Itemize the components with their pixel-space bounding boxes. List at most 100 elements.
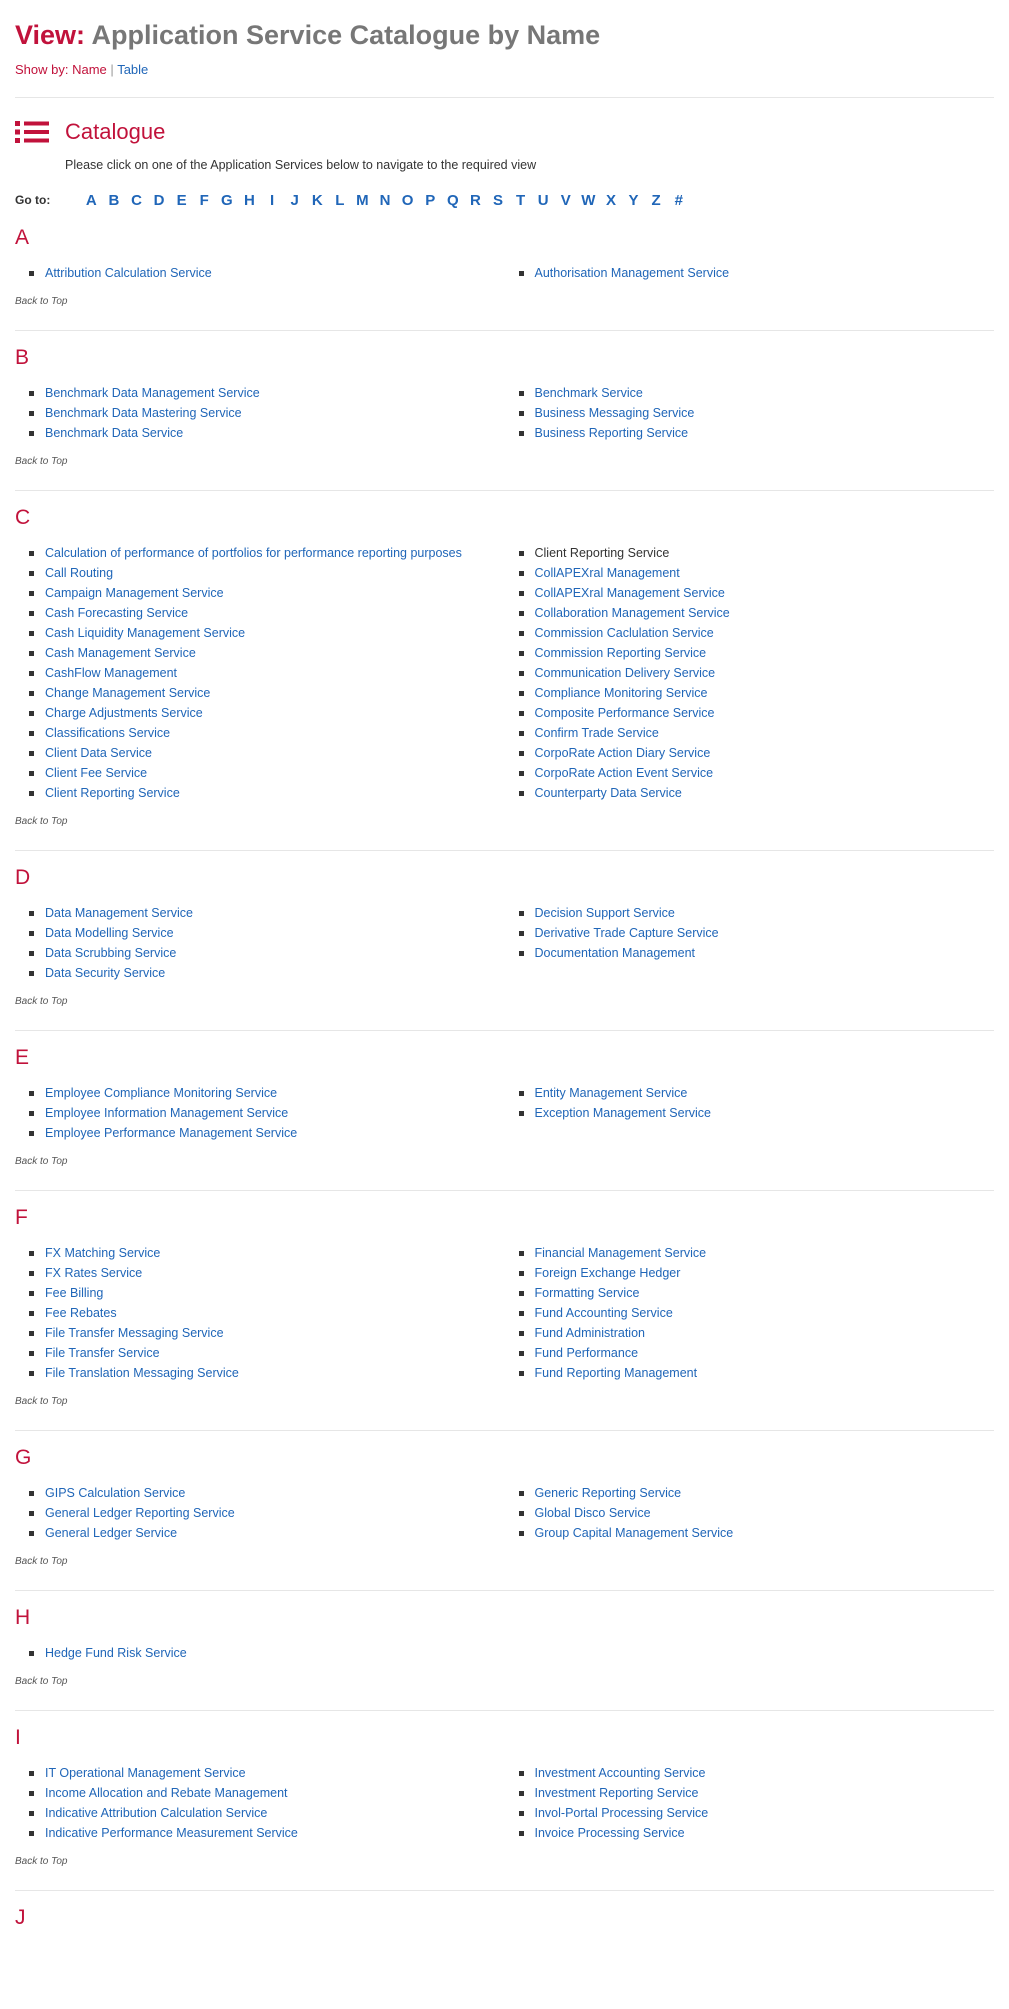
goto-letter-u[interactable]: U [532, 192, 555, 209]
service-link[interactable]: IT Operational Management Service [45, 1766, 246, 1780]
service-link[interactable]: CollAPEXral Management [535, 566, 680, 580]
service-link[interactable]: Global Disco Service [535, 1506, 651, 1520]
service-link[interactable]: Financial Management Service [535, 1246, 707, 1260]
service-link[interactable]: File Transfer Service [45, 1346, 160, 1360]
service-link[interactable]: GIPS Calculation Service [45, 1486, 185, 1500]
service-link[interactable]: Group Capital Management Service [535, 1526, 734, 1540]
service-link[interactable]: Data Scrubbing Service [45, 946, 176, 960]
service-link[interactable]: File Translation Messaging Service [45, 1366, 239, 1380]
service-link[interactable]: Attribution Calculation Service [45, 266, 212, 280]
service-link[interactable]: Charge Adjustments Service [45, 706, 203, 720]
service-link[interactable]: Cash Management Service [45, 646, 196, 660]
service-link[interactable]: Classifications Service [45, 726, 170, 740]
goto-letter-b[interactable]: B [103, 192, 126, 209]
service-link[interactable]: Fund Administration [535, 1326, 645, 1340]
service-link[interactable]: Data Modelling Service [45, 926, 174, 940]
service-link[interactable]: CorpoRate Action Event Service [535, 766, 714, 780]
service-link[interactable]: General Ledger Reporting Service [45, 1506, 235, 1520]
service-link[interactable]: Employee Performance Management Service [45, 1126, 297, 1140]
service-link[interactable]: Generic Reporting Service [535, 1486, 682, 1500]
service-link[interactable]: CashFlow Management [45, 666, 177, 680]
goto-letter-j[interactable]: J [283, 192, 306, 209]
service-link[interactable]: Business Messaging Service [535, 406, 695, 420]
service-link[interactable]: Commission Caclulation Service [535, 626, 714, 640]
service-link[interactable]: Employee Information Management Service [45, 1106, 288, 1120]
service-link[interactable]: Change Management Service [45, 686, 210, 700]
service-link[interactable]: Benchmark Data Mastering Service [45, 406, 242, 420]
service-link[interactable]: Benchmark Data Management Service [45, 386, 260, 400]
service-link[interactable]: Fee Rebates [45, 1306, 117, 1320]
service-link[interactable]: Income Allocation and Rebate Management [45, 1786, 288, 1800]
service-link[interactable]: Communication Delivery Service [535, 666, 716, 680]
service-link[interactable]: FX Rates Service [45, 1266, 142, 1280]
service-link[interactable]: Decision Support Service [535, 906, 675, 920]
service-link[interactable]: Data Management Service [45, 906, 193, 920]
goto-letter-v[interactable]: V [554, 192, 577, 209]
goto-letter-o[interactable]: O [396, 192, 419, 209]
goto-letter-s[interactable]: S [487, 192, 510, 209]
service-link[interactable]: Fund Accounting Service [535, 1306, 673, 1320]
service-link[interactable]: Collaboration Management Service [535, 606, 730, 620]
service-link[interactable]: Fee Billing [45, 1286, 103, 1300]
service-link[interactable]: Confirm Trade Service [535, 726, 659, 740]
goto-letter-n[interactable]: N [374, 192, 397, 209]
service-link[interactable]: Foreign Exchange Hedger [535, 1266, 681, 1280]
service-link[interactable]: CollAPEXral Management Service [535, 586, 725, 600]
service-link[interactable]: Indicative Performance Measurement Servi… [45, 1826, 298, 1840]
service-link[interactable]: Invoice Processing Service [535, 1826, 685, 1840]
goto-letter-c[interactable]: C [125, 192, 148, 209]
service-link[interactable]: Fund Performance [535, 1346, 639, 1360]
service-link[interactable]: Derivative Trade Capture Service [535, 926, 719, 940]
service-link[interactable]: Compliance Monitoring Service [535, 686, 708, 700]
back-to-top-link[interactable]: Back to Top [15, 1855, 994, 1869]
service-link[interactable]: Call Routing [45, 566, 113, 580]
goto-letter-k[interactable]: K [306, 192, 329, 209]
goto-letter-l[interactable]: L [329, 192, 352, 209]
goto-letter-h[interactable]: H [238, 192, 261, 209]
goto-letter-w[interactable]: W [577, 192, 600, 209]
service-link[interactable]: Composite Performance Service [535, 706, 715, 720]
back-to-top-link[interactable]: Back to Top [15, 455, 994, 469]
service-link[interactable]: File Transfer Messaging Service [45, 1326, 224, 1340]
goto-letter-r[interactable]: R [464, 192, 487, 209]
goto-letter-y[interactable]: Y [622, 192, 645, 209]
back-to-top-link[interactable]: Back to Top [15, 1395, 994, 1409]
service-link[interactable]: Exception Management Service [535, 1106, 711, 1120]
goto-letter-d[interactable]: D [148, 192, 171, 209]
goto-letter-t[interactable]: T [509, 192, 532, 209]
back-to-top-link[interactable]: Back to Top [15, 815, 994, 829]
service-link[interactable]: Client Fee Service [45, 766, 147, 780]
service-link[interactable]: Indicative Attribution Calculation Servi… [45, 1806, 267, 1820]
back-to-top-link[interactable]: Back to Top [15, 1555, 994, 1569]
service-link[interactable]: Benchmark Data Service [45, 426, 183, 440]
service-link[interactable]: Employee Compliance Monitoring Service [45, 1086, 277, 1100]
service-link[interactable]: Documentation Management [535, 946, 696, 960]
service-link[interactable]: Invol-Portal Processing Service [535, 1806, 709, 1820]
service-link[interactable]: Fund Reporting Management [535, 1366, 698, 1380]
back-to-top-link[interactable]: Back to Top [15, 1155, 994, 1169]
service-link[interactable]: CorpoRate Action Diary Service [535, 746, 711, 760]
service-link[interactable]: Business Reporting Service [535, 426, 689, 440]
service-link[interactable]: General Ledger Service [45, 1526, 177, 1540]
service-link[interactable]: Calculation of performance of portfolios… [45, 546, 462, 560]
service-link[interactable]: Investment Accounting Service [535, 1766, 706, 1780]
service-link[interactable]: Cash Forecasting Service [45, 606, 188, 620]
goto-letter-p[interactable]: P [419, 192, 442, 209]
service-link[interactable]: Hedge Fund Risk Service [45, 1646, 187, 1660]
goto-letter-g[interactable]: G [216, 192, 239, 209]
service-link[interactable]: Benchmark Service [535, 386, 643, 400]
service-link[interactable]: Authorisation Management Service [535, 266, 730, 280]
goto-letter-x[interactable]: X [600, 192, 623, 209]
back-to-top-link[interactable]: Back to Top [15, 1675, 994, 1689]
goto-letter-q[interactable]: Q [442, 192, 465, 209]
service-link[interactable]: FX Matching Service [45, 1246, 160, 1260]
service-link[interactable]: Client Reporting Service [45, 786, 180, 800]
service-link[interactable]: Client Data Service [45, 746, 152, 760]
goto-letter-f[interactable]: F [193, 192, 216, 209]
show-by-table-link[interactable]: Table [117, 62, 148, 77]
goto-letter-hash[interactable]: # [667, 192, 690, 209]
goto-letter-i[interactable]: I [261, 192, 284, 209]
service-link[interactable]: Campaign Management Service [45, 586, 224, 600]
back-to-top-link[interactable]: Back to Top [15, 995, 994, 1009]
goto-letter-a[interactable]: A [80, 192, 103, 209]
